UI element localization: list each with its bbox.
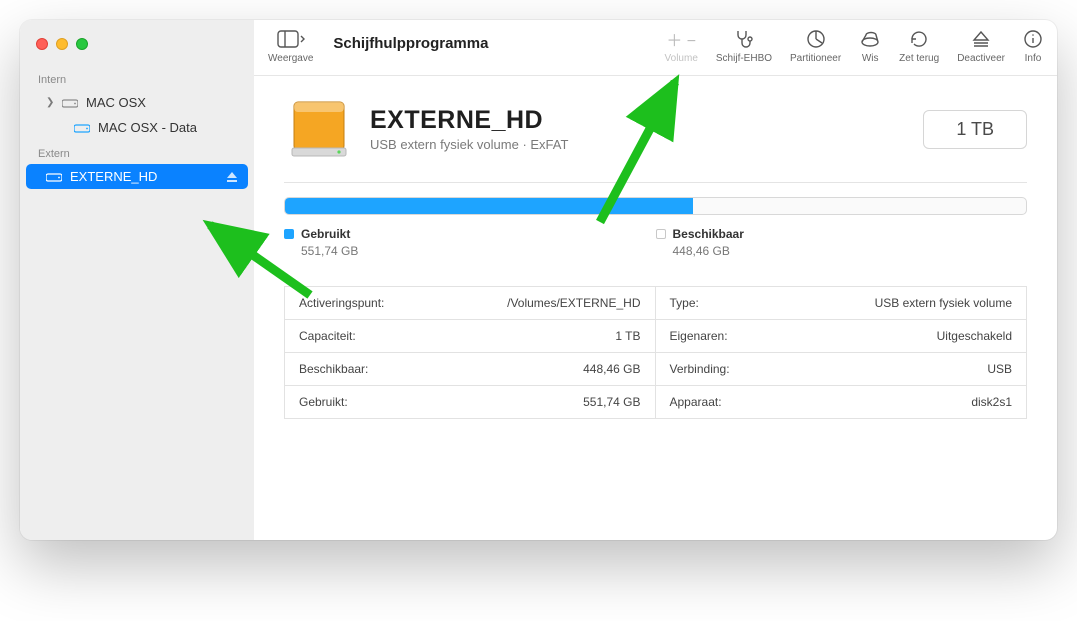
toolbar-label: Wis: [862, 53, 879, 64]
sidebar-view-icon: [277, 28, 305, 50]
disk-icon: [74, 122, 92, 134]
info-key: Eigenaren:: [670, 329, 728, 343]
disk-utility-window: Intern ❯ MAC OSX MAC OSX - Data Extern E…: [20, 20, 1057, 540]
eject-icon[interactable]: [226, 171, 238, 183]
info-key: Type:: [670, 296, 699, 310]
sidebar-item-label: MAC OSX: [86, 95, 146, 110]
info-value: disk2s1: [971, 395, 1012, 409]
sidebar-item-mac-osx[interactable]: ❯ MAC OSX: [26, 90, 248, 115]
pie-icon: [806, 28, 826, 50]
sidebar-item-label: EXTERNE_HD: [70, 169, 157, 184]
info-value: USB: [987, 362, 1012, 376]
info-key: Apparaat:: [670, 395, 722, 409]
sidebar-item-label: MAC OSX - Data: [98, 120, 197, 135]
plus-minus-icon: ＋ −: [666, 28, 696, 50]
legend-free-value: 448,46 GB: [656, 244, 1028, 258]
close-button[interactable]: [36, 38, 48, 50]
toolbar-label: Deactiveer: [957, 53, 1005, 64]
restore-icon: [909, 28, 929, 50]
info-value: 448,46 GB: [583, 362, 640, 376]
toolbar-first-aid[interactable]: Schijf-EHBO: [716, 28, 772, 64]
toolbar: Weergave Schijfhulpprogramma ＋ − Volume …: [254, 20, 1057, 76]
swatch-free: [656, 229, 666, 239]
usage-legend: Gebruikt 551,74 GB Beschikbaar 448,46 GB: [284, 227, 1027, 258]
disk-icon: [46, 171, 64, 183]
main-panel: Weergave Schijfhulpprogramma ＋ − Volume …: [254, 20, 1057, 540]
sidebar-item-externe-hd[interactable]: EXTERNE_HD: [26, 164, 248, 189]
info-cell: Gebruikt: 551,74 GB: [285, 386, 656, 418]
toolbar-label: Weergave: [268, 53, 313, 64]
info-key: Beschikbaar:: [299, 362, 368, 376]
info-cell: Capaciteit: 1 TB: [285, 320, 656, 353]
unmount-icon: [971, 28, 991, 50]
external-drive-icon: [284, 94, 354, 164]
toolbar-restore[interactable]: Zet terug: [899, 28, 939, 64]
volume-subtitle: USB extern fysiek volume · ExFAT: [370, 137, 568, 152]
content-area: EXTERNE_HD USB extern fysiek volume · Ex…: [254, 76, 1057, 540]
info-cell: Type: USB extern fysiek volume: [656, 287, 1027, 320]
info-cell: Activeringspunt: /Volumes/EXTERNE_HD: [285, 287, 656, 320]
disk-icon: [62, 97, 80, 109]
toolbar-label: Partitioneer: [790, 53, 841, 64]
chevron-right-icon[interactable]: ❯: [46, 97, 60, 108]
volume-name: EXTERNE_HD: [370, 106, 568, 135]
info-value: 551,74 GB: [583, 395, 640, 409]
zoom-button[interactable]: [76, 38, 88, 50]
info-value: /Volumes/EXTERNE_HD: [507, 296, 640, 310]
legend-free-label: Beschikbaar: [673, 227, 744, 241]
capacity-badge: 1 TB: [923, 110, 1027, 149]
sidebar: Intern ❯ MAC OSX MAC OSX - Data Extern E…: [20, 20, 254, 540]
swatch-used: [284, 229, 294, 239]
toolbar-volume: ＋ − Volume: [665, 28, 698, 64]
info-value: 1 TB: [615, 329, 640, 343]
info-key: Verbinding:: [670, 362, 730, 376]
toolbar-unmount[interactable]: Deactiveer: [957, 28, 1005, 64]
info-key: Gebruikt:: [299, 395, 348, 409]
toolbar-erase[interactable]: Wis: [859, 28, 881, 64]
info-key: Capaciteit:: [299, 329, 356, 343]
info-table: Activeringspunt: /Volumes/EXTERNE_HD Type:…: [284, 286, 1027, 419]
toolbar-view[interactable]: Weergave: [268, 28, 313, 64]
toolbar-label: Info: [1025, 53, 1042, 64]
erase-icon: [859, 28, 881, 50]
toolbar-label: Zet terug: [899, 53, 939, 64]
legend-used-value: 551,74 GB: [284, 244, 656, 258]
divider: [284, 182, 1027, 183]
sidebar-item-mac-osx-data[interactable]: MAC OSX - Data: [26, 115, 248, 140]
sidebar-section-external: Extern: [20, 140, 254, 164]
info-cell: Apparaat: disk2s1: [656, 386, 1027, 418]
stethoscope-icon: [734, 28, 754, 50]
toolbar-label: Schijf-EHBO: [716, 53, 772, 64]
info-icon: [1023, 28, 1043, 50]
usage-bar-used: [285, 198, 693, 214]
info-cell: Verbinding: USB: [656, 353, 1027, 386]
usage-bar: [284, 197, 1027, 215]
window-controls: [20, 30, 254, 66]
minimize-button[interactable]: [56, 38, 68, 50]
sidebar-section-internal: Intern: [20, 66, 254, 90]
toolbar-info[interactable]: Info: [1023, 28, 1043, 64]
info-key: Activeringspunt:: [299, 296, 384, 310]
info-cell: Beschikbaar: 448,46 GB: [285, 353, 656, 386]
toolbar-partition[interactable]: Partitioneer: [790, 28, 841, 64]
info-value: Uitgeschakeld: [937, 329, 1012, 343]
info-cell: Eigenaren: Uitgeschakeld: [656, 320, 1027, 353]
legend-used-label: Gebruikt: [301, 227, 350, 241]
volume-header: EXTERNE_HD USB extern fysiek volume · Ex…: [284, 94, 1027, 164]
app-title: Schijfhulpprogramma: [333, 35, 488, 52]
toolbar-label: Volume: [665, 53, 698, 64]
info-value: USB extern fysiek volume: [875, 296, 1012, 310]
